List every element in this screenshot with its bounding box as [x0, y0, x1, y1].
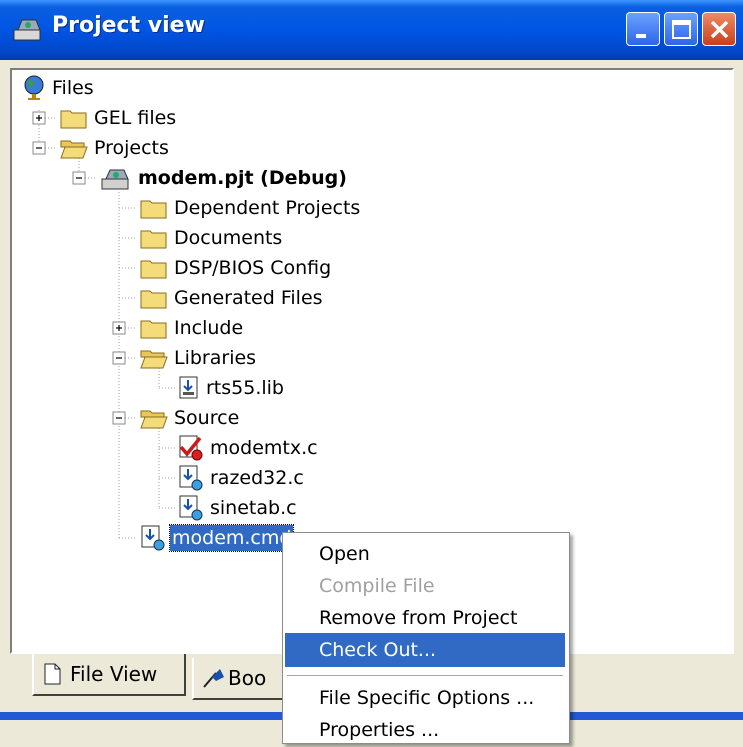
- minimize-icon: [636, 34, 646, 38]
- tree-label-libraries: Libraries: [174, 347, 257, 369]
- tree-node-documents[interactable]: Documents: [140, 224, 284, 252]
- tree-node-gel-files[interactable]: GEL files: [60, 104, 178, 132]
- menu-item-properties[interactable]: Properties ...: [285, 713, 565, 747]
- tree-label-gel-files: GEL files: [94, 107, 177, 129]
- open-folder-icon: [60, 140, 88, 159]
- tree-node-files[interactable]: Files: [22, 74, 96, 102]
- window-title: Project view: [52, 13, 205, 38]
- tree-label-documents: Documents: [174, 227, 283, 249]
- tree-label-modem-cmd: modem.cmd: [168, 524, 295, 552]
- menu-item-remove-from-project[interactable]: Remove from Project: [285, 601, 565, 635]
- open-folder-icon: [140, 410, 168, 429]
- menu-item-file-specific-options[interactable]: File Specific Options ...: [285, 681, 565, 715]
- folder-icon: [140, 320, 167, 339]
- folder-icon: [140, 200, 167, 219]
- tree-label-source: Source: [174, 407, 240, 429]
- tree-node-generated-files[interactable]: Generated Files: [140, 284, 325, 312]
- maximize-button[interactable]: [664, 12, 698, 46]
- source-file-icon: [179, 495, 203, 521]
- folder-icon: [60, 110, 87, 129]
- globe-icon: [24, 75, 44, 100]
- tree-node-include[interactable]: Include: [140, 314, 245, 342]
- checked-out-file-icon: [179, 435, 203, 461]
- tree-node-sinetab-c[interactable]: sinetab.c: [178, 494, 299, 522]
- source-file-icon: [179, 465, 203, 491]
- tree-label-sinetab-c: sinetab.c: [210, 497, 297, 519]
- tab-file-view[interactable]: File View: [32, 654, 186, 696]
- bookmark-icon: [203, 669, 224, 688]
- tree-node-project[interactable]: modem.pjt (Debug): [100, 164, 349, 192]
- tree-label-razed32-c: razed32.c: [210, 467, 304, 489]
- folder-icon: [140, 290, 167, 309]
- title-bar[interactable]: Project view: [0, 0, 743, 60]
- tree-node-dsp-bios-config[interactable]: DSP/BIOS Config: [140, 254, 333, 282]
- command-file-icon: [141, 525, 165, 551]
- tree-label-dsp-bios-config: DSP/BIOS Config: [174, 257, 332, 279]
- menu-item-open[interactable]: Open: [285, 537, 565, 571]
- tree-node-source[interactable]: Source: [140, 404, 241, 432]
- library-file-icon: [179, 376, 198, 399]
- menu-item-compile-file: Compile File: [319, 575, 435, 597]
- context-menu: Open Compile File Remove from Project Ch…: [282, 532, 570, 744]
- tree-node-modem-cmd[interactable]: modem.cmd: [140, 524, 295, 552]
- tree-node-projects[interactable]: Projects: [60, 134, 171, 162]
- menu-item-check-out[interactable]: Check Out...: [285, 633, 565, 667]
- project-view-icon: [13, 19, 41, 41]
- tree-node-dependent-projects[interactable]: Dependent Projects: [140, 194, 362, 222]
- tree-node-razed32-c[interactable]: razed32.c: [178, 464, 306, 492]
- tree-node-rts55-lib[interactable]: rts55.lib: [178, 374, 286, 402]
- minimize-button[interactable]: [626, 12, 660, 46]
- open-folder-icon: [140, 350, 168, 369]
- tree-label-projects: Projects: [94, 137, 169, 159]
- tree-label-generated-files: Generated Files: [174, 287, 323, 309]
- tree-label-files: Files: [52, 77, 94, 99]
- close-button[interactable]: [702, 12, 736, 46]
- file-icon: [44, 663, 61, 685]
- tab-file-view-label: File View: [70, 662, 158, 686]
- tree-label-modemtx-c: modemtx.c: [210, 437, 318, 459]
- project-file-icon: [101, 169, 129, 190]
- tree-node-libraries[interactable]: Libraries: [140, 344, 258, 372]
- folder-icon: [140, 230, 167, 249]
- tree-label-project: modem.pjt (Debug): [138, 167, 347, 189]
- tree-node-modemtx-c[interactable]: modemtx.c: [178, 434, 320, 462]
- close-icon: [710, 20, 729, 39]
- tree-label-rts55-lib: rts55.lib: [206, 377, 284, 399]
- tab-bookmarks-label: Boo: [228, 666, 267, 690]
- tree-label-include: Include: [174, 317, 244, 339]
- tree-label-dependent-projects: Dependent Projects: [174, 197, 361, 219]
- maximize-icon: [672, 20, 691, 39]
- folder-icon: [140, 260, 167, 279]
- menu-separator: [287, 675, 563, 676]
